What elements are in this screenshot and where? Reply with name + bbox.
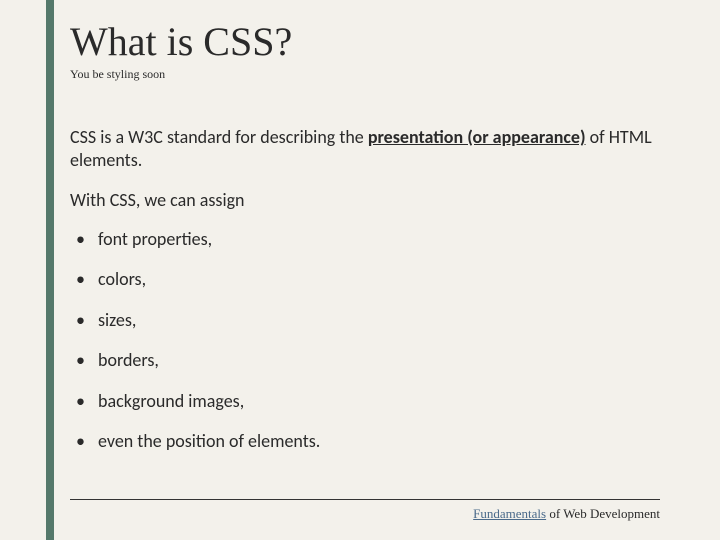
slide-content: CSS is a W3C standard for describing the… — [70, 126, 660, 453]
list-item: colors, — [70, 268, 660, 291]
slide-subtitle: You be styling soon — [70, 67, 660, 82]
footer-divider — [70, 499, 660, 500]
slide-title: What is CSS? — [70, 18, 660, 65]
para1-pre: CSS is a W3C standard for describing the — [70, 126, 368, 148]
paragraph-1: CSS is a W3C standard for describing the… — [70, 126, 660, 171]
paragraph-2: With CSS, we can assign — [70, 189, 660, 212]
footer-text: Fundamentals of Web Development — [70, 506, 660, 522]
para1-emphasis: presentation (or appearance) — [368, 126, 586, 148]
list-item: sizes, — [70, 309, 660, 332]
footer-part2: of Web Development — [546, 506, 660, 521]
list-item: borders, — [70, 349, 660, 372]
bullet-list: font properties, colors, sizes, borders,… — [70, 228, 660, 453]
list-item: even the position of elements. — [70, 430, 660, 453]
list-item: background images, — [70, 390, 660, 413]
footer-part1: Fundamentals — [473, 506, 546, 521]
accent-bar — [46, 0, 54, 540]
list-item: font properties, — [70, 228, 660, 251]
slide-footer: Fundamentals of Web Development — [70, 499, 660, 522]
